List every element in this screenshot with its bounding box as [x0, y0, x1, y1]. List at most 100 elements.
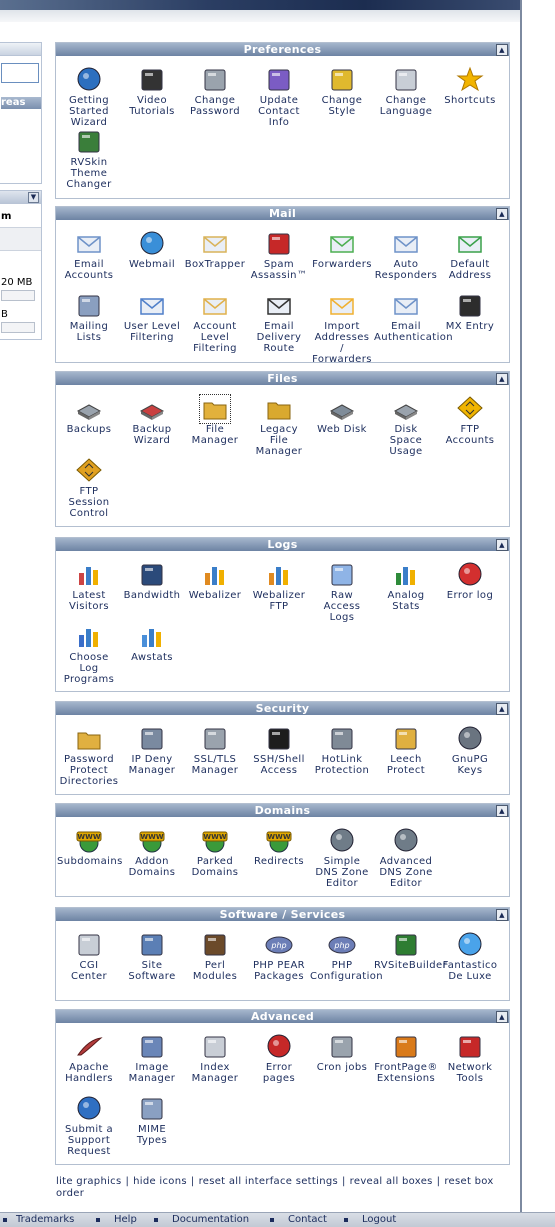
ftp-icon[interactable]: [455, 395, 485, 423]
search-input[interactable]: [1, 63, 39, 83]
item-frontpage[interactable]: FrontPage® Extensions: [374, 1033, 438, 1084]
item-label[interactable]: SSH/Shell Access: [247, 754, 311, 776]
item-label[interactable]: Disk Space Usage: [374, 424, 438, 457]
item-contact[interactable]: Update Contact Info: [247, 66, 311, 128]
item-server[interactable]: MX Entry: [438, 292, 502, 332]
item-raw-log[interactable]: Raw Access Logs: [310, 561, 374, 623]
cron-icon[interactable]: [327, 1033, 357, 1061]
disk-icon[interactable]: [74, 395, 104, 423]
item-protect-folder[interactable]: Password Protect Directories: [57, 725, 121, 787]
item-terminal[interactable]: SSH/Shell Access: [247, 725, 311, 776]
password-icon[interactable]: [200, 66, 230, 94]
fantastico-icon[interactable]: [455, 931, 485, 959]
item-label[interactable]: FrontPage® Extensions: [374, 1062, 438, 1084]
collapse-toggle-icon[interactable]: ▲: [496, 1011, 508, 1023]
item-authentication[interactable]: Email Authentication: [374, 292, 453, 343]
item-forward[interactable]: Forwarders: [310, 230, 374, 270]
help-link[interactable]: Help: [114, 1213, 137, 1227]
delivery-route-icon[interactable]: [264, 292, 294, 320]
addon-domain-icon[interactable]: WWW: [137, 827, 167, 855]
error-log-icon[interactable]: [455, 561, 485, 589]
item-label[interactable]: PHP Configuration: [310, 960, 383, 982]
awstats-icon[interactable]: [137, 623, 167, 651]
item-label[interactable]: Web Disk: [310, 424, 374, 435]
theme-icon[interactable]: [74, 128, 104, 156]
envelope-icon[interactable]: [74, 230, 104, 258]
documentation-link[interactable]: Documentation: [172, 1213, 249, 1227]
item-user-filter[interactable]: User Level Filtering: [120, 292, 184, 343]
item-label[interactable]: Bandwidth: [120, 590, 184, 601]
cgi-icon[interactable]: [74, 931, 104, 959]
item-label[interactable]: Change Language: [374, 95, 438, 117]
site-software-icon[interactable]: [137, 931, 167, 959]
item-default-address[interactable]: Default Address: [438, 230, 502, 281]
trademarks-link[interactable]: Trademarks: [16, 1213, 74, 1227]
item-autoresponder[interactable]: Auto Responders: [374, 230, 438, 281]
hide-icons-link[interactable]: hide icons: [133, 1176, 187, 1187]
support-icon[interactable]: [74, 1095, 104, 1123]
item-label[interactable]: Parked Domains: [183, 856, 247, 878]
collapse-toggle-icon[interactable]: ▲: [496, 208, 508, 220]
item-label[interactable]: IP Deny Manager: [120, 754, 184, 776]
item-account-filter[interactable]: Account Level Filtering: [183, 292, 247, 354]
item-error-log[interactable]: Error log: [438, 561, 502, 601]
item-label[interactable]: FTP Accounts: [438, 424, 502, 446]
item-label[interactable]: Email Delivery Route: [247, 321, 311, 354]
item-label[interactable]: Image Manager: [120, 1062, 184, 1084]
item-delivery-route[interactable]: Email Delivery Route: [247, 292, 311, 354]
contact-icon[interactable]: [264, 66, 294, 94]
item-webmail[interactable]: Webmail: [120, 230, 184, 270]
item-label[interactable]: Spam Assassin™: [247, 259, 311, 281]
contact-link[interactable]: Contact: [288, 1213, 327, 1227]
item-index-manager[interactable]: Index Manager: [183, 1033, 247, 1084]
item-webalizer-ftp[interactable]: Webalizer FTP: [247, 561, 311, 612]
reveal-boxes-link[interactable]: reveal all boxes: [350, 1176, 433, 1187]
item-toolbox[interactable]: Network Tools: [438, 1033, 502, 1084]
item-backup-wizard[interactable]: Backup Wizard: [120, 395, 184, 446]
item-password[interactable]: Change Password: [183, 66, 247, 117]
parked-domain-icon[interactable]: WWW: [200, 827, 230, 855]
account-filter-icon[interactable]: [200, 292, 230, 320]
item-label[interactable]: PHP PEAR Packages: [247, 960, 311, 982]
php-pear-icon[interactable]: php: [264, 931, 294, 959]
item-awstats[interactable]: Awstats: [120, 623, 184, 663]
item-label[interactable]: Webalizer: [183, 590, 247, 601]
item-hotlink[interactable]: HotLink Protection: [310, 725, 374, 776]
item-label[interactable]: Change Style: [310, 95, 374, 117]
feather-icon[interactable]: [74, 1033, 104, 1061]
item-label[interactable]: Choose Log Programs: [57, 652, 121, 685]
item-label[interactable]: BoxTrapper: [183, 259, 247, 270]
item-label[interactable]: Subdomains: [57, 856, 122, 867]
reset-settings-link[interactable]: reset all interface settings: [199, 1176, 338, 1187]
item-label[interactable]: MIME Types: [120, 1124, 184, 1146]
item-error-pages[interactable]: Error pages: [247, 1033, 311, 1084]
item-import[interactable]: Import Addresses / Forwarders: [310, 292, 374, 365]
item-language[interactable]: Change Language: [374, 66, 438, 117]
mime-icon[interactable]: [137, 1095, 167, 1123]
item-label[interactable]: CGI Center: [57, 960, 121, 982]
forward-icon[interactable]: [327, 230, 357, 258]
leech-icon[interactable]: [391, 725, 421, 753]
item-play[interactable]: Getting Started Wizard: [57, 66, 121, 128]
item-label[interactable]: Backup Wizard: [120, 424, 184, 446]
toolbox-icon[interactable]: [455, 1033, 485, 1061]
item-label[interactable]: Submit a Support Request: [57, 1124, 121, 1157]
item-theme[interactable]: RVSkin Theme Changer: [57, 128, 121, 190]
folder-icon[interactable]: [199, 394, 231, 424]
item-dns-simple[interactable]: Simple DNS Zone Editor: [310, 827, 374, 889]
item-label[interactable]: Webalizer FTP: [247, 590, 311, 612]
item-addon-domain[interactable]: WWW Addon Domains: [120, 827, 184, 878]
item-label[interactable]: Raw Access Logs: [310, 590, 374, 623]
dns-advanced-icon[interactable]: [391, 827, 421, 855]
collapse-toggle-icon[interactable]: ▲: [496, 703, 508, 715]
ip-deny-icon[interactable]: [137, 725, 167, 753]
ftp-session-icon[interactable]: [74, 457, 104, 485]
server-icon[interactable]: [455, 292, 485, 320]
item-label[interactable]: Site Software: [120, 960, 184, 982]
import-icon[interactable]: [327, 292, 357, 320]
keys-icon[interactable]: [455, 725, 485, 753]
item-label[interactable]: Import Addresses / Forwarders: [310, 321, 374, 365]
item-label[interactable]: File Manager: [183, 424, 247, 446]
authentication-icon[interactable]: [391, 292, 421, 320]
webalizer-icon[interactable]: [200, 561, 230, 589]
